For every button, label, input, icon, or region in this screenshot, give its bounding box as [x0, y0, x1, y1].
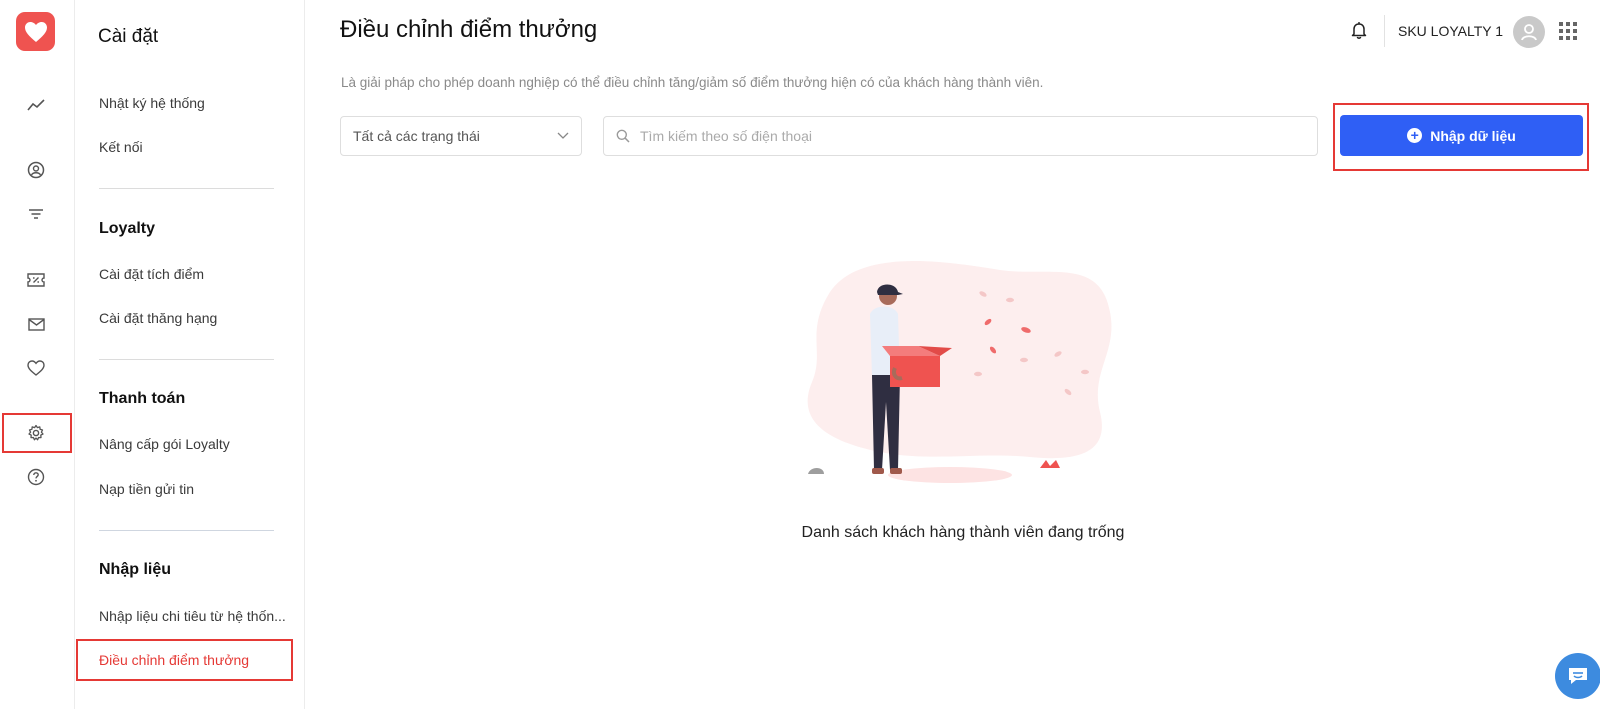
mail-icon[interactable] — [24, 312, 48, 336]
user-circle-icon[interactable] — [24, 158, 48, 182]
coupon-icon[interactable] — [24, 268, 48, 292]
icon-rail — [0, 0, 75, 709]
user-icon — [1521, 24, 1537, 41]
avatar[interactable] — [1513, 16, 1545, 48]
menu-divider — [99, 359, 274, 360]
menu-section-payment: Thanh toán — [99, 390, 186, 407]
chat-support-button[interactable] — [1555, 653, 1600, 699]
search-icon — [616, 129, 630, 143]
import-button-label: Nhập dữ liệu — [1430, 127, 1516, 144]
header-divider — [1384, 15, 1385, 47]
bell-icon[interactable] — [1349, 20, 1371, 42]
menu-item-adjust-points[interactable]: Điều chỉnh điểm thưởng — [99, 652, 249, 668]
settings-menu: Cài đặt Nhật ký hệ thống Kết nối Loyalty… — [75, 0, 305, 709]
menu-divider — [99, 530, 274, 531]
menu-section-loyalty: Loyalty — [99, 220, 156, 237]
menu-item-topup-sms[interactable]: Nạp tiền gửi tin — [99, 481, 194, 497]
gear-icon[interactable] — [24, 421, 48, 445]
menu-item-import-spending[interactable]: Nhập liệu chi tiêu từ hệ thốn... — [99, 608, 286, 624]
page-title: Điều chỉnh điểm thưởng — [340, 16, 598, 43]
import-data-button[interactable]: + Nhập dữ liệu — [1340, 115, 1583, 156]
apps-grid-icon[interactable] — [1558, 21, 1578, 41]
menu-item-tier-settings[interactable]: Cài đặt thăng hạng — [99, 310, 217, 326]
status-filter-value: Tất cả các trạng thái — [353, 128, 480, 144]
menu-item-upgrade-plan[interactable]: Nâng cấp gói Loyalty — [99, 436, 230, 452]
chat-bubble-icon — [1569, 668, 1587, 684]
status-filter-select[interactable]: Tất cả các trạng thái — [340, 116, 582, 156]
phone-search-box[interactable] — [603, 116, 1318, 156]
page-description: Là giải pháp cho phép doanh nghiệp có th… — [341, 75, 1044, 90]
heart-logo-icon — [24, 21, 47, 42]
settings-menu-title: Cài đặt — [98, 26, 159, 47]
help-icon[interactable] — [24, 465, 48, 489]
menu-item-connections[interactable]: Kết nối — [99, 139, 143, 155]
menu-item-point-settings[interactable]: Cài đặt tích điểm — [99, 266, 204, 282]
menu-section-data-import: Nhập liệu — [99, 561, 172, 578]
search-input[interactable] — [638, 127, 1282, 145]
menu-item-system-log[interactable]: Nhật ký hệ thống — [99, 95, 205, 111]
chart-line-icon[interactable] — [24, 93, 48, 117]
filter-icon[interactable] — [24, 202, 48, 226]
app-logo[interactable] — [16, 12, 55, 51]
plus-circle-icon: + — [1407, 128, 1423, 143]
chevron-down-icon — [557, 117, 569, 169]
empty-state-message: Danh sách khách hàng thành viên đang trố… — [801, 524, 1125, 541]
account-name[interactable]: SKU LOYALTY 1 — [1398, 23, 1503, 39]
heart-icon[interactable] — [24, 356, 48, 380]
empty-box-illustration — [807, 261, 1112, 483]
menu-divider — [99, 188, 274, 189]
